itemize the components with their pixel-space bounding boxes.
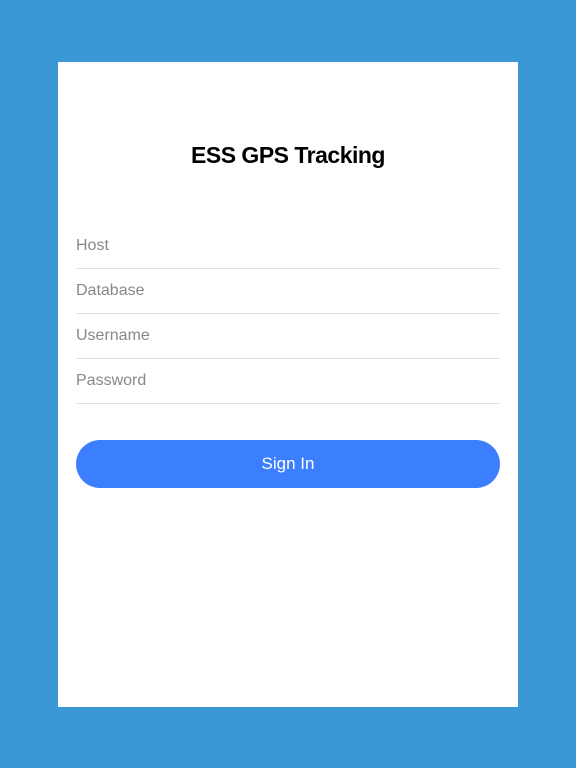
login-form: Sign In <box>58 224 518 488</box>
login-card: ESS GPS Tracking Sign In <box>58 62 518 707</box>
username-input[interactable] <box>76 314 500 359</box>
database-input[interactable] <box>76 269 500 314</box>
app-title: ESS GPS Tracking <box>58 142 518 169</box>
signin-button[interactable]: Sign In <box>76 440 500 488</box>
password-input[interactable] <box>76 359 500 404</box>
host-input[interactable] <box>76 224 500 269</box>
